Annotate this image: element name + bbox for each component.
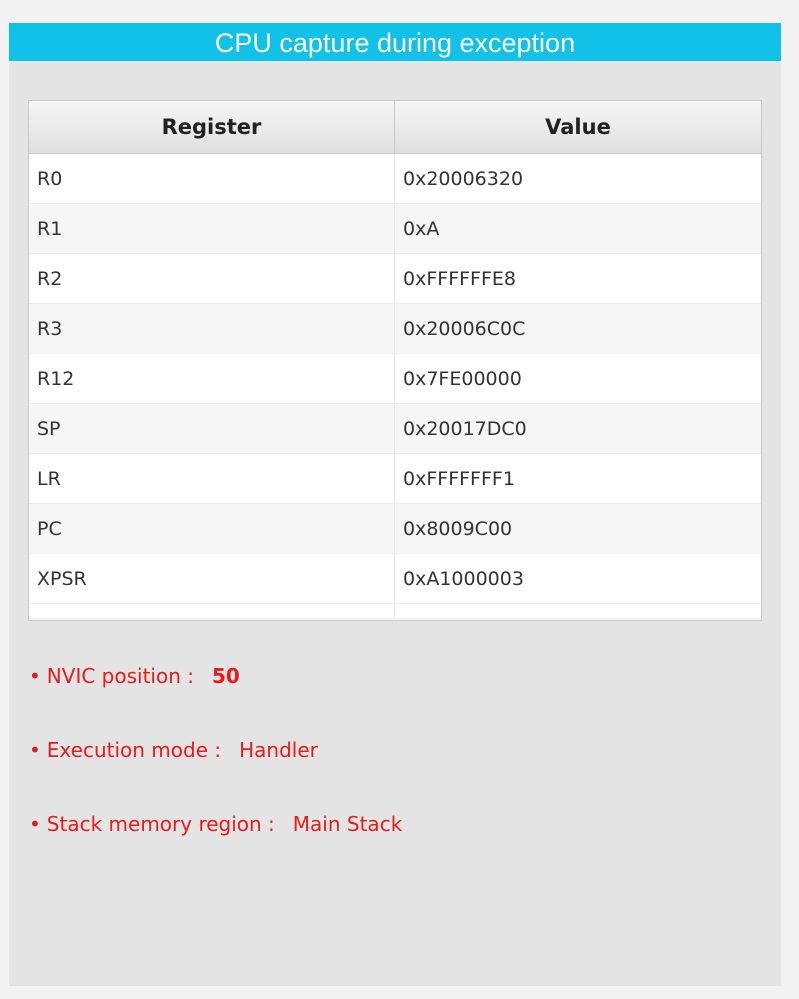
nvic-position-label: NVIC position : — [46, 664, 194, 688]
bullet: • — [29, 812, 41, 836]
table-row[interactable]: R3 0x20006C0C — [29, 303, 761, 354]
register-name: R3 — [29, 303, 395, 354]
register-name: R12 — [29, 353, 395, 404]
bullet: • — [29, 738, 41, 762]
stack-region-value: Main Stack — [292, 812, 403, 836]
register-value: 0xFFFFFFE8 — [394, 253, 761, 304]
table-row[interactable]: SP 0x20017DC0 — [29, 403, 761, 454]
register-name: R2 — [29, 253, 395, 304]
table-row[interactable]: R0 0x20006320 — [29, 153, 761, 204]
exception-panel: CPU capture during exception Register Va… — [9, 23, 781, 986]
execution-mode-value: Handler — [239, 738, 318, 762]
table-row-partial[interactable] — [29, 603, 761, 619]
register-value: 0x8009C00 — [394, 503, 761, 554]
stack-region-label: Stack memory region : — [46, 812, 275, 836]
register-table-container[interactable]: Register Value R0 0x20006320 R1 0xA R2 0… — [28, 100, 762, 621]
register-name: R1 — [29, 203, 395, 254]
register-value: 0x7FE00000 — [394, 353, 761, 404]
column-header-register[interactable]: Register — [29, 101, 395, 154]
register-name: SP — [29, 403, 395, 454]
nvic-position-line: • NVIC position : 50 — [29, 664, 240, 688]
column-header-value[interactable]: Value — [394, 101, 761, 154]
bullet: • — [29, 664, 41, 688]
table-row[interactable]: LR 0xFFFFFFF1 — [29, 453, 761, 504]
execution-mode-line: • Execution mode : Handler — [29, 738, 318, 762]
table-row[interactable]: R2 0xFFFFFFE8 — [29, 253, 761, 304]
register-name: PC — [29, 503, 395, 554]
register-table: Register Value R0 0x20006320 R1 0xA R2 0… — [29, 101, 761, 619]
register-value: 0x20006C0C — [394, 303, 761, 354]
register-value-empty — [394, 603, 761, 619]
table-header-row: Register Value — [29, 101, 761, 154]
register-name-empty — [29, 603, 395, 619]
register-name: R0 — [29, 153, 395, 204]
execution-mode-label: Execution mode : — [46, 738, 222, 762]
nvic-position-value: 50 — [211, 664, 240, 688]
register-value: 0xA1000003 — [394, 553, 761, 604]
register-value: 0x20006320 — [394, 153, 761, 204]
register-value: 0xFFFFFFF1 — [394, 453, 761, 504]
table-row[interactable]: R12 0x7FE00000 — [29, 353, 761, 404]
stack-region-line: • Stack memory region : Main Stack — [29, 812, 402, 836]
table-row[interactable]: PC 0x8009C00 — [29, 503, 761, 554]
table-row[interactable]: XPSR 0xA1000003 — [29, 553, 761, 604]
table-row[interactable]: R1 0xA — [29, 203, 761, 254]
register-value: 0xA — [394, 203, 761, 254]
register-value: 0x20017DC0 — [394, 403, 761, 454]
register-name: XPSR — [29, 553, 395, 604]
panel-title: CPU capture during exception — [9, 23, 781, 61]
register-name: LR — [29, 453, 395, 504]
